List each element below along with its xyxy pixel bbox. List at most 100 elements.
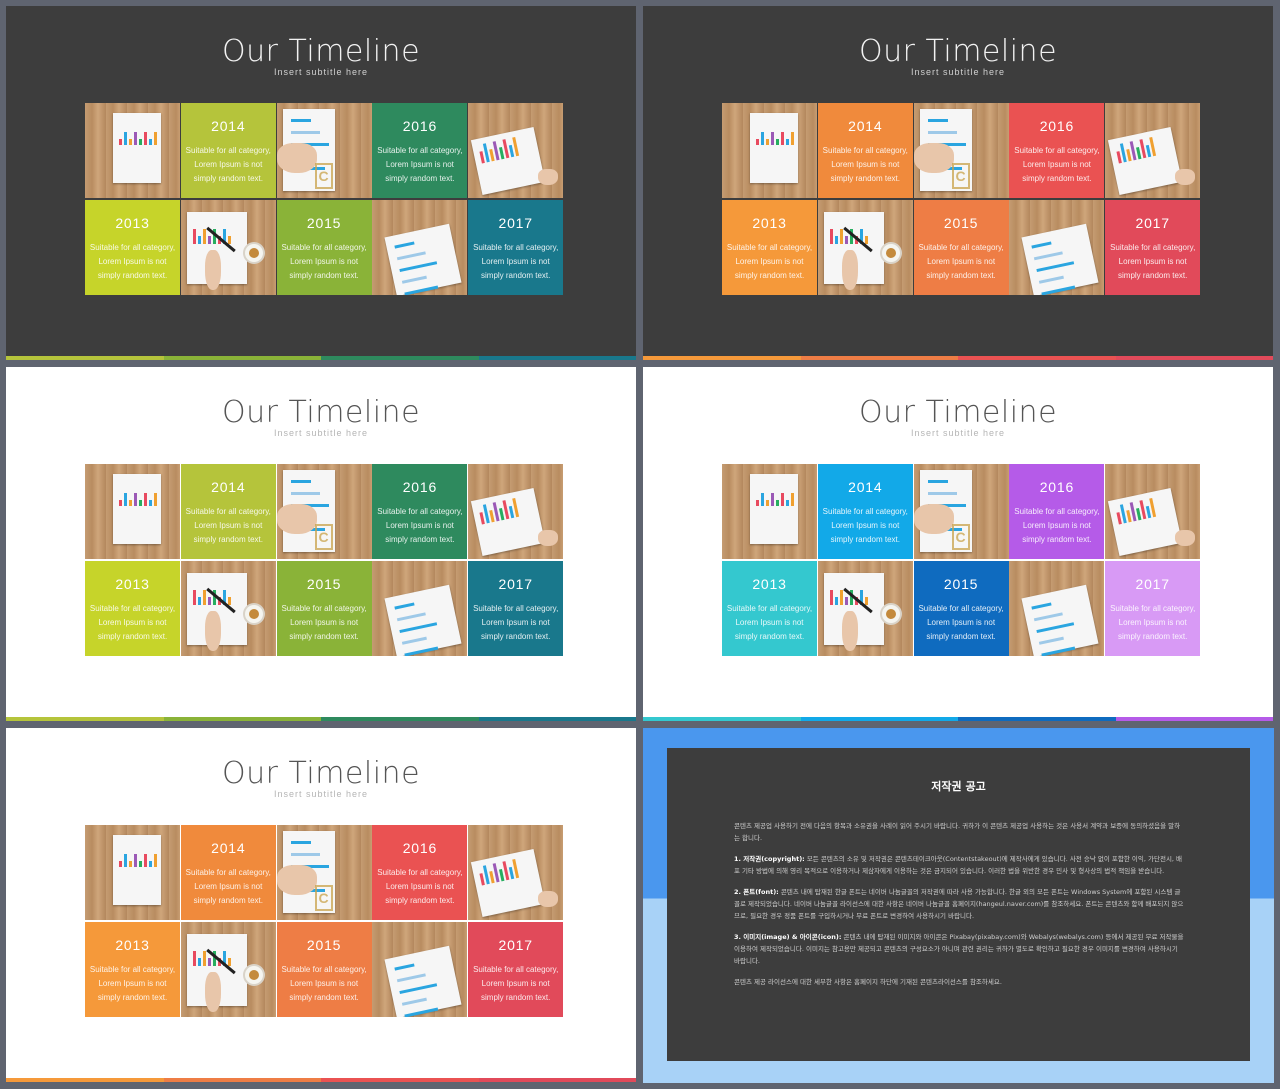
timeline-year: 2013 (115, 936, 150, 953)
timeline-description: Suitable for all category, Lorem Ipsum i… (281, 242, 367, 280)
timeline-description: Suitable for all category, Lorem Ipsum i… (473, 242, 559, 280)
timeline-description: Suitable for all category, Lorem Ipsum i… (1110, 603, 1196, 641)
strip-segment (643, 717, 801, 721)
timeline-card-2014: 2014 Suitable for all category, Lorem Ips… (180, 464, 276, 559)
timeline-description: Suitable for all category, Lorem Ipsum i… (726, 603, 813, 641)
notice-font-text: 콘텐츠 내에 탑재된 한글 폰트는 네이버 나눔글꼴의 저작권에 따라 사용 가… (734, 888, 1184, 920)
notice-font: 2. 폰트(font): 콘텐츠 내에 탑재된 한글 폰트는 네이버 나눔글꼴의… (734, 886, 1185, 922)
watermark-logo-icon: C (951, 524, 970, 550)
timeline-year: 2013 (752, 214, 787, 231)
strip-segment (321, 717, 479, 721)
timeline-description: Suitable for all category, Lorem Ipsum i… (185, 507, 271, 544)
timeline-year: 2015 (943, 575, 979, 592)
timeline-year: 2017 (1135, 214, 1170, 231)
slide-4: Our Timeline Insert subtitle here 2014 Su… (643, 367, 1273, 721)
desk-photo (468, 464, 564, 559)
timeline-year: 2013 (115, 214, 150, 231)
strip-segment (478, 717, 636, 721)
timeline-grid: 2014 Suitable for all category, Lorem Ips… (85, 103, 564, 295)
desk-photo (817, 199, 913, 295)
timeline-card-2017: 2017 Suitable for all category, Lorem Ips… (468, 921, 564, 1017)
desk-photo (180, 560, 276, 656)
timeline-description: Suitable for all category, Lorem Ipsum i… (89, 242, 176, 280)
bottom-color-strip (6, 717, 636, 721)
timeline-year: 2016 (402, 840, 438, 856)
timeline-description: Suitable for all category, Lorem Ipsum i… (918, 603, 1004, 641)
timeline-grid: 2014 Suitable for all category, Lorem Ips… (85, 825, 564, 1017)
timeline-year: 2015 (306, 575, 342, 592)
timeline-card-2017: 2017 Suitable for all category, Lorem Ips… (468, 199, 564, 295)
notice-image-label: 3. 이미지(image) & 아이콘(icon): (734, 933, 842, 941)
timeline-card-2014: 2014 Suitable for all category, Lorem Ips… (817, 464, 913, 559)
timeline-grid: 2014 Suitable for all category, Lorem Ips… (722, 464, 1201, 656)
timeline-card-2017: 2017 Suitable for all category, Lorem Ips… (1105, 560, 1201, 656)
timeline-description: Suitable for all category, Lorem Ipsum i… (377, 868, 463, 905)
copyright-notice-slide: 저작권 공고 콘텐츠 제공업 사용하기 전에 다음의 항목과 소유권을 사례이 … (643, 728, 1274, 1083)
strip-segment (1115, 717, 1273, 721)
strip-segment (6, 717, 164, 721)
strip-segment (800, 717, 958, 721)
timeline-card-2013: 2013 Suitable for all category, Lorem Ips… (722, 199, 817, 295)
desk-photo: C (276, 825, 372, 920)
desk-photo (372, 560, 468, 656)
notice-font-label: 2. 폰트(font): (734, 888, 779, 896)
timeline-card-2015: 2015 Suitable for all category, Lorem Ips… (913, 199, 1009, 295)
strip-segment (163, 717, 321, 721)
timeline-card-2016: 2016 Suitable for all category, Lorem Ips… (372, 464, 468, 559)
timeline-card-2015: 2015 Suitable for all category, Lorem Ips… (276, 560, 372, 656)
desk-photo (468, 825, 564, 920)
strip-segment (321, 1078, 479, 1082)
timeline-year: 2013 (115, 575, 150, 592)
desk-photo: C (276, 103, 372, 198)
strip-segment (478, 356, 636, 360)
timeline-year: 2015 (306, 214, 342, 231)
timeline-description: Suitable for all category, Lorem Ipsum i… (1014, 146, 1100, 183)
timeline-description: Suitable for all category, Lorem Ipsum i… (918, 242, 1004, 280)
desk-photo (85, 464, 180, 559)
slide-2: Our Timeline Insert subtitle here 2014 Su… (643, 6, 1273, 360)
desk-photo (722, 103, 817, 198)
notice-outro: 콘텐츠 제공 라이선스에 대한 세부한 사항은 홈페이지 하단에 기재된 콘텐츠… (734, 978, 1002, 986)
watermark-logo-icon: C (314, 885, 333, 911)
timeline-year: 2015 (306, 936, 342, 953)
timeline-year: 2016 (1039, 479, 1075, 495)
desk-photo (372, 199, 468, 295)
slide-title: Our Timeline (221, 34, 421, 69)
timeline-description: Suitable for all category, Lorem Ipsum i… (473, 964, 559, 1002)
notice-body: 콘텐츠 제공업 사용하기 전에 다음의 항목과 소유권을 사례이 읽어 주시기 … (734, 820, 1185, 997)
strip-segment (163, 356, 321, 360)
timeline-description: Suitable for all category, Lorem Ipsum i… (89, 964, 176, 1002)
timeline-card-2017: 2017 Suitable for all category, Lorem Ips… (468, 560, 564, 656)
strip-segment (321, 356, 479, 360)
desk-photo (372, 921, 468, 1017)
timeline-year: 2016 (402, 479, 438, 495)
desk-photo (1009, 560, 1105, 656)
desk-photo (85, 825, 180, 920)
slide-subtitle: Insert subtitle here (273, 428, 369, 438)
timeline-description: Suitable for all category, Lorem Ipsum i… (281, 964, 367, 1002)
timeline-year: 2015 (943, 214, 979, 231)
timeline-card-2013: 2013 Suitable for all category, Lorem Ips… (85, 199, 180, 295)
desk-photo: C (913, 103, 1009, 198)
slide-subtitle: Insert subtitle here (910, 428, 1006, 438)
desk-photo (180, 921, 276, 1017)
watermark-logo-icon: C (951, 163, 970, 189)
timeline-description: Suitable for all category, Lorem Ipsum i… (377, 146, 463, 183)
timeline-card-2016: 2016 Suitable for all category, Lorem Ips… (372, 825, 468, 920)
slide-title: Our Timeline (221, 395, 421, 430)
timeline-description: Suitable for all category, Lorem Ipsum i… (185, 868, 271, 905)
strip-segment (958, 717, 1116, 721)
notice-image: 3. 이미지(image) & 아이콘(icon): 콘텐츠 내에 탑재된 이미… (734, 931, 1185, 967)
strip-segment (1115, 356, 1273, 360)
strip-segment (643, 356, 801, 360)
timeline-card-2016: 2016 Suitable for all category, Lorem Ips… (1009, 103, 1105, 198)
slide-title: Our Timeline (858, 395, 1058, 430)
desk-photo (468, 103, 564, 198)
desk-photo: C (913, 464, 1009, 559)
timeline-description: Suitable for all category, Lorem Ipsum i… (726, 242, 813, 280)
timeline-year: 2014 (211, 118, 246, 134)
slide-subtitle: Insert subtitle here (273, 789, 369, 799)
notice-copyright-label: 1. 저작권(copyright): (734, 855, 805, 863)
timeline-card-2015: 2015 Suitable for all category, Lorem Ips… (276, 921, 372, 1017)
timeline-description: Suitable for all category, Lorem Ipsum i… (281, 603, 367, 641)
